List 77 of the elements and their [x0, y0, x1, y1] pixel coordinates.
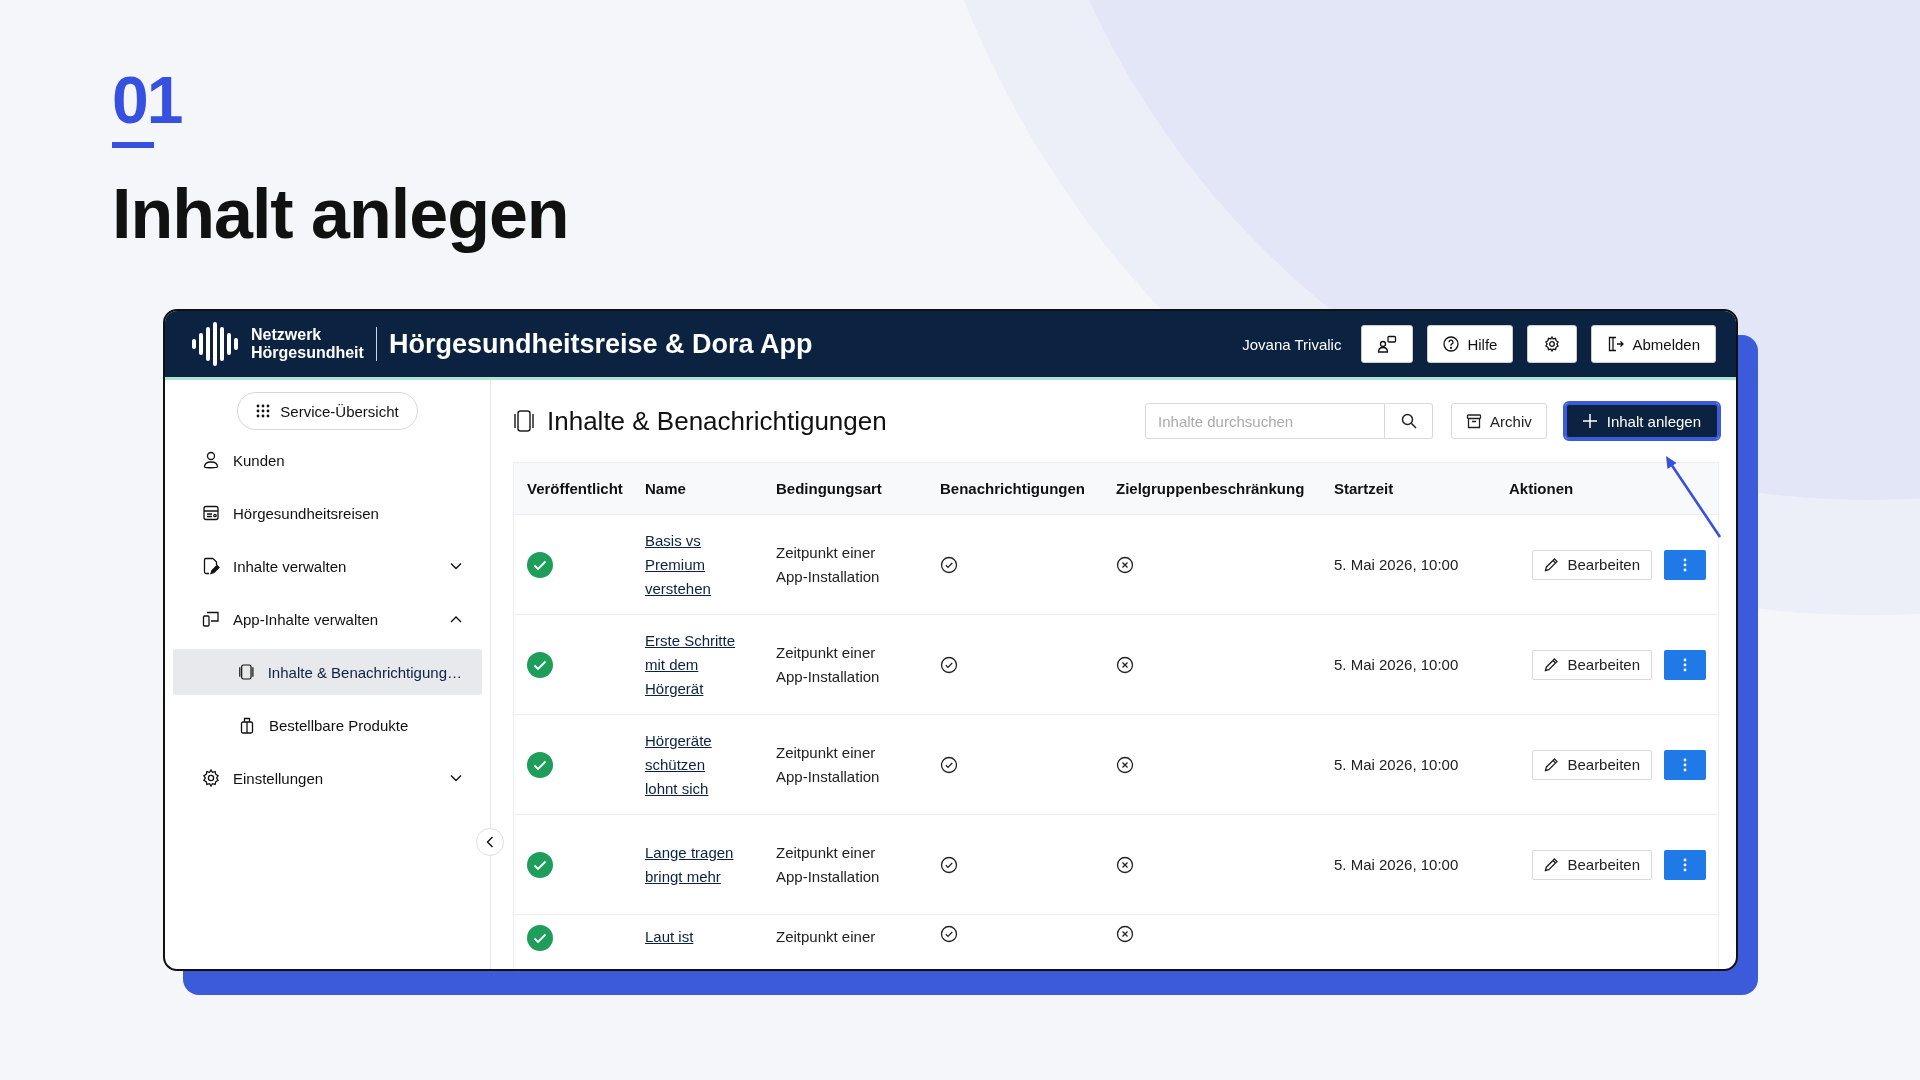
more-vertical-icon [1683, 557, 1687, 572]
feedback-button[interactable] [1361, 325, 1414, 363]
document-icon [201, 556, 221, 576]
start-time: 5. Mai 2026, 10:00 [1334, 656, 1459, 673]
sidebar-subitem[interactable]: Bestellbare Produkte [173, 702, 482, 748]
slide-number: 01 [112, 62, 182, 138]
more-vertical-icon [1683, 757, 1687, 772]
pencil-icon [1544, 557, 1560, 572]
archive-button[interactable]: Archiv [1451, 403, 1547, 439]
archive-box-icon [1466, 413, 1483, 429]
pencil-icon [1544, 857, 1560, 872]
grid-icon [256, 404, 271, 418]
people-chat-icon [1377, 335, 1398, 353]
edit-button[interactable]: Bearbeiten [1532, 849, 1652, 880]
pencil-icon [1544, 657, 1560, 672]
service-overview-button[interactable]: Service-Übersicht [237, 392, 418, 430]
more-vertical-icon [1683, 657, 1687, 672]
phone-icon [237, 662, 256, 682]
content-name-link[interactable]: Basis vs Premium verstehen [645, 528, 739, 601]
slide-title: Inhalt anlegen [112, 174, 570, 254]
chevron-left-icon [486, 836, 494, 848]
column-header: Benachrichtigungen [939, 480, 1086, 497]
start-time: 5. Mai 2026, 10:00 [1334, 556, 1459, 573]
search-field[interactable]: Inhalte durchsuchen [1145, 403, 1386, 439]
page-title: Inhalte & Benachrichtigungen [547, 405, 887, 437]
start-time: 5. Mai 2026, 10:00 [1334, 756, 1459, 773]
sidebar-item[interactable]: Hörgesundheitsreisen [173, 490, 482, 536]
settings-button[interactable] [1527, 325, 1578, 363]
more-button[interactable] [1664, 549, 1706, 580]
gear-icon [201, 768, 221, 788]
column-header: Bedingungsart [775, 480, 883, 497]
more-button[interactable] [1664, 849, 1706, 880]
devices-icon [201, 609, 221, 629]
logout-icon [1607, 336, 1625, 352]
content-name-link[interactable]: Hörgeräte schützen lohnt sich [645, 728, 739, 801]
condition-text: Zeitpunkt einer App-Installation [776, 642, 881, 687]
sidebar-subitem[interactable]: Inhalte & Benachrichtigung… [173, 649, 482, 695]
condition-text: Zeitpunkt einer [776, 927, 877, 947]
pencil-icon [1544, 757, 1560, 772]
brand-name: Netzwerk Hörgesundheit [251, 326, 364, 362]
column-header: Name [645, 480, 687, 497]
person-icon [201, 450, 221, 470]
start-time: 5. Mai 2026, 10:00 [1334, 856, 1459, 873]
logout-button[interactable]: Abmelden [1591, 325, 1716, 363]
sidebar-item[interactable]: Kunden [173, 437, 482, 483]
help-button[interactable]: Hilfe [1427, 325, 1514, 363]
plus-icon [1582, 414, 1597, 428]
journey-icon [201, 503, 221, 523]
content-name-link[interactable]: Lange tragen bringt mehr [645, 840, 739, 889]
more-button[interactable] [1664, 749, 1706, 780]
content-name-link[interactable]: Erste Schritte mit dem Hörgerät [645, 628, 739, 701]
edit-button[interactable]: Bearbeiten [1532, 749, 1652, 780]
create-content-button[interactable]: Inhalt anlegen [1564, 403, 1719, 439]
waveform-logo-icon [191, 321, 241, 367]
edit-button[interactable]: Bearbeiten [1532, 649, 1652, 680]
more-button[interactable] [1664, 649, 1706, 680]
condition-text: Zeitpunkt einer App-Installation [776, 742, 881, 787]
user-name: Jovana Trivalic [1242, 335, 1342, 353]
sidebar-item[interactable]: Einstellungen [173, 755, 482, 801]
collapse-sidebar-button[interactable] [476, 828, 504, 856]
content-name-link[interactable]: Laut ist [645, 925, 694, 949]
column-header: Startzeit [1333, 480, 1395, 497]
column-header: Veröffentlicht [526, 480, 624, 497]
more-vertical-icon [1683, 857, 1687, 872]
column-header: Aktionen [1508, 480, 1575, 497]
column-header: Zielgruppenbeschränkung [1115, 480, 1306, 497]
settings-icon [1544, 336, 1561, 352]
search-button[interactable] [1385, 403, 1434, 439]
search-icon [1400, 413, 1417, 429]
condition-text: Zeitpunkt einer App-Installation [776, 842, 881, 887]
sidebar-item[interactable]: Inhalte verwalten [173, 543, 482, 589]
app-title: Hörgesundheitsreise & Dora App [388, 328, 813, 360]
phone-icon [513, 409, 535, 433]
condition-text: Zeitpunkt einer App-Installation [776, 542, 881, 587]
help-icon [1443, 336, 1460, 352]
edit-button[interactable]: Bearbeiten [1532, 549, 1652, 580]
sidebar-item[interactable]: App-Inhalte verwalten [173, 596, 482, 642]
